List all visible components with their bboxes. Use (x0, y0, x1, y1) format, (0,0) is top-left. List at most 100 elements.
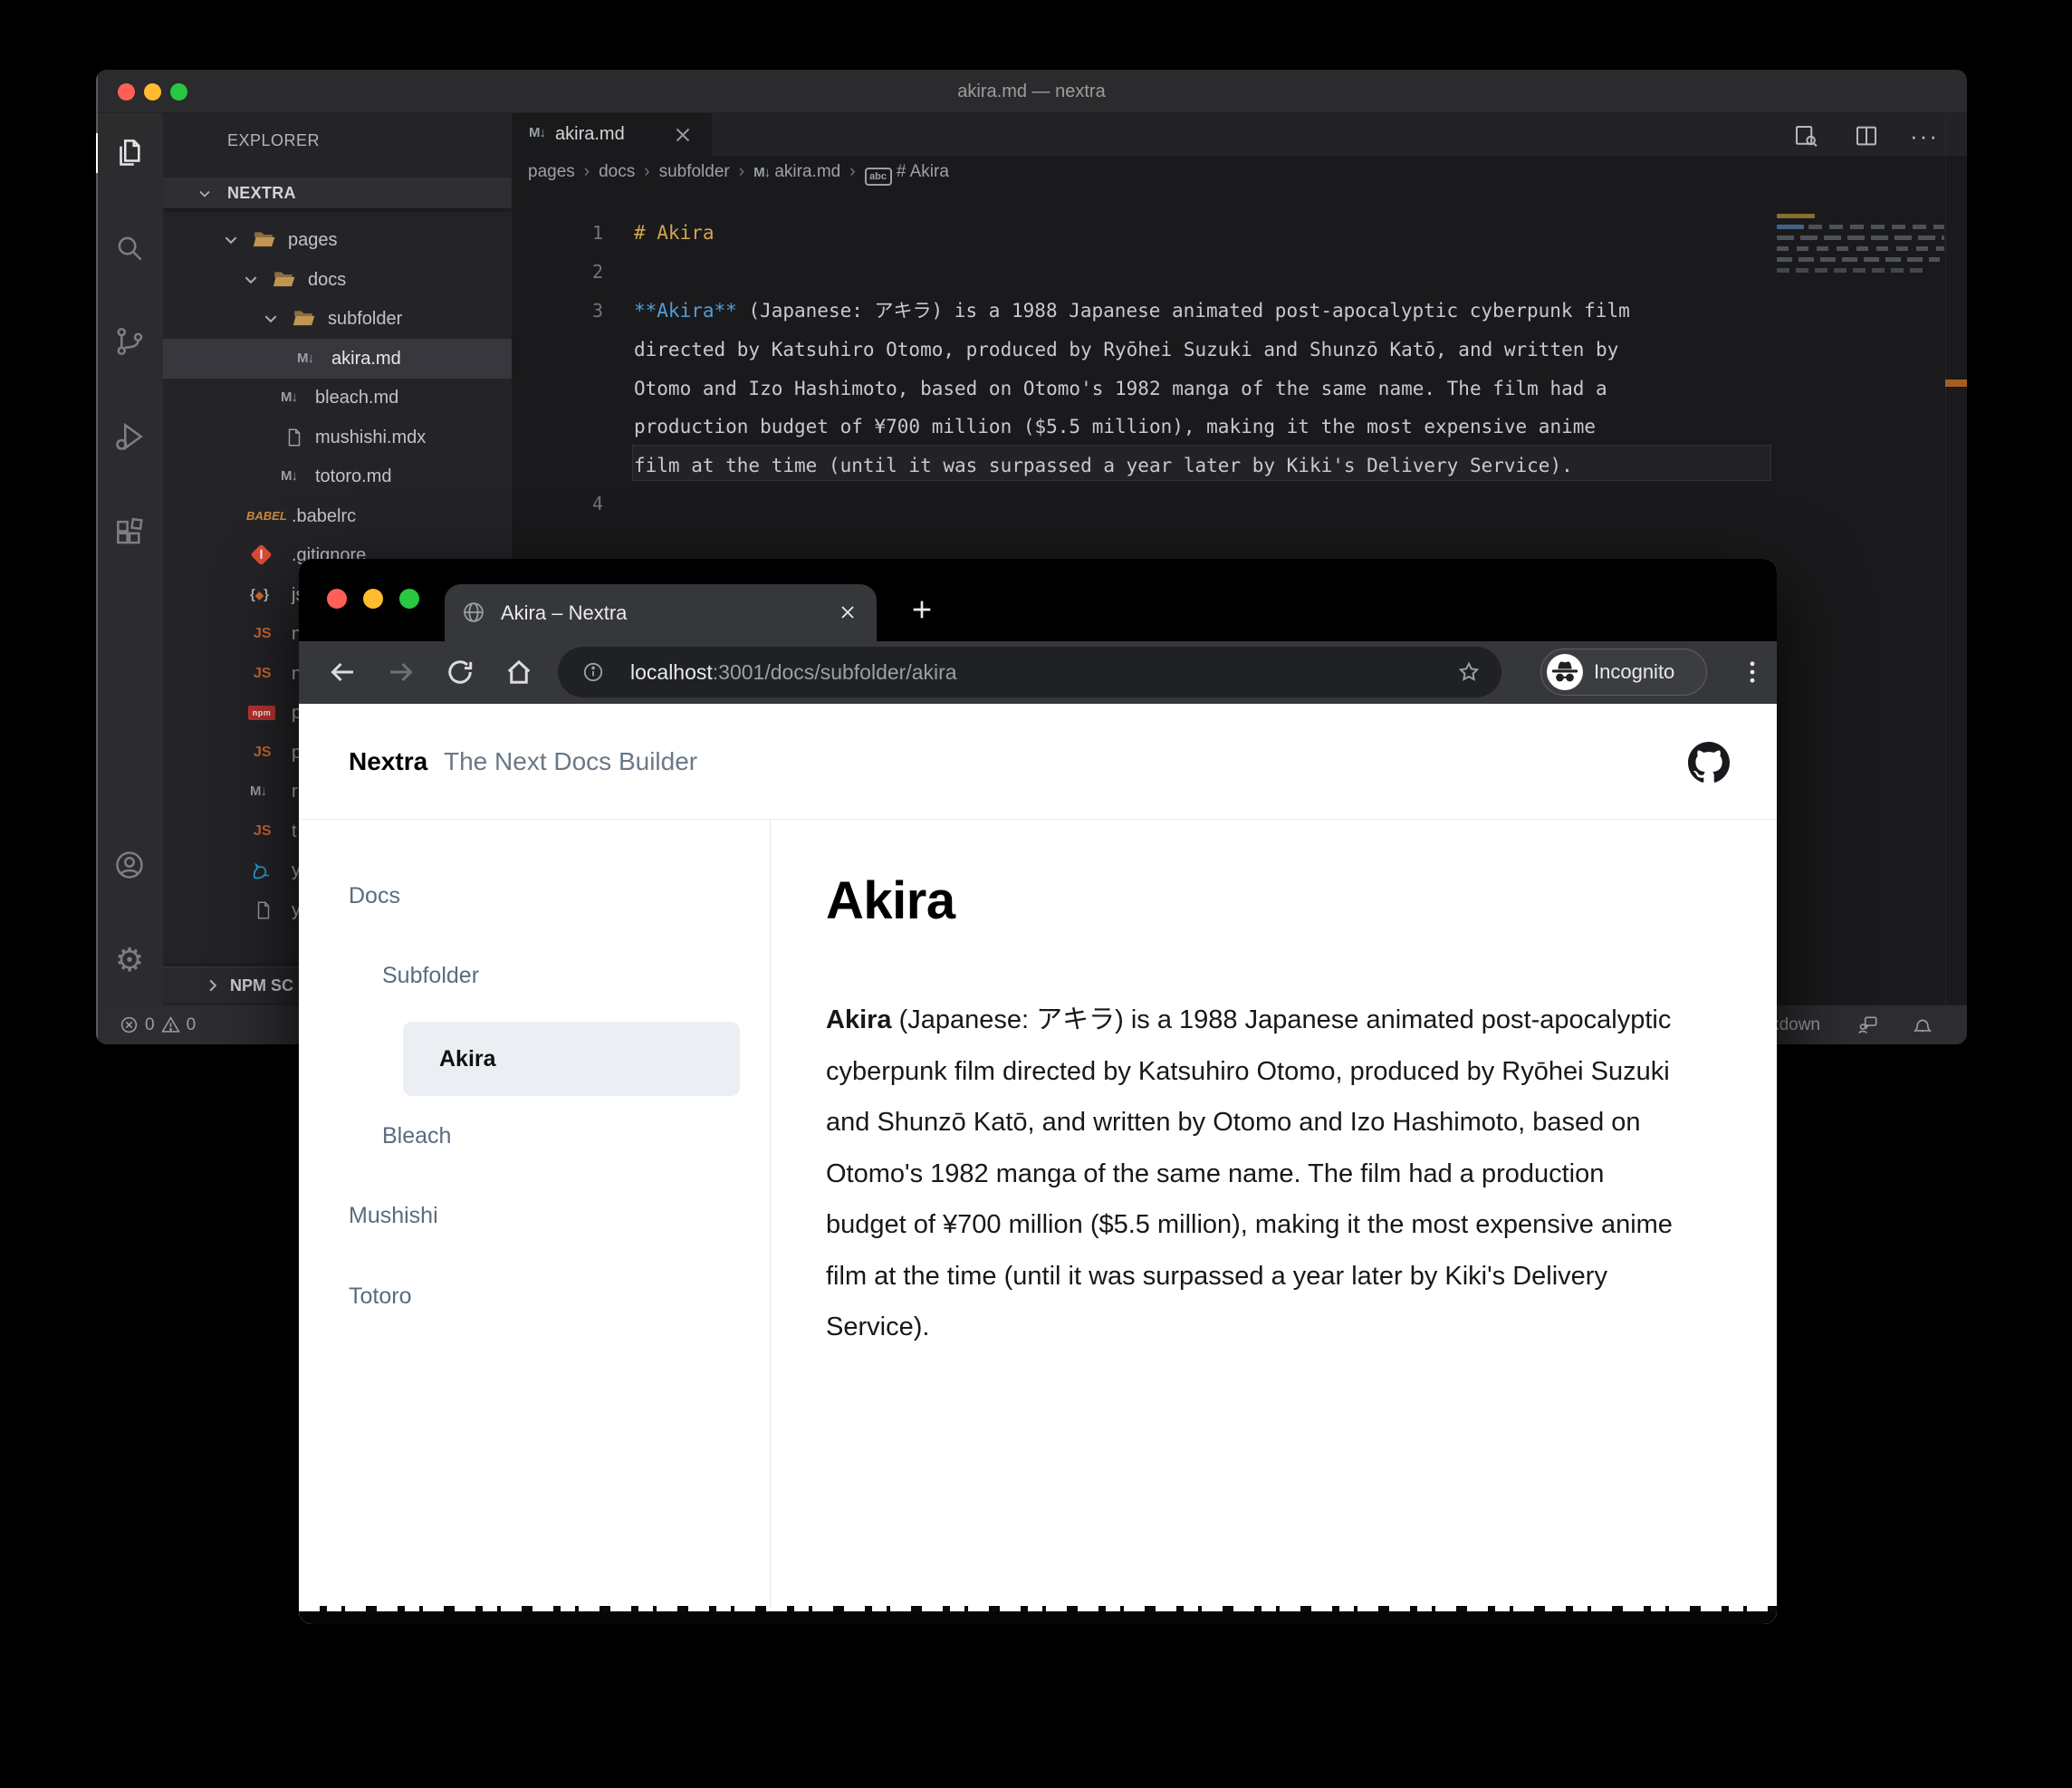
incognito-icon (1547, 654, 1583, 690)
tree-row-subfolder[interactable]: subfolder (163, 299, 512, 339)
editor-tab-bar: M↓ akira.md ··· (512, 113, 1967, 156)
yarn-icon (253, 862, 270, 880)
split-editor-icon[interactable] (1853, 122, 1880, 148)
forward-icon[interactable] (385, 656, 417, 688)
account-icon[interactable] (112, 848, 147, 882)
editor-scrollbar[interactable] (1945, 113, 1967, 1005)
markdown-icon: M↓ (529, 125, 546, 140)
source-control-icon[interactable] (112, 324, 147, 359)
breadcrumb-akira[interactable]: akira.md (774, 162, 840, 181)
tree-row-bleach[interactable]: M↓ bleach.md (163, 378, 512, 418)
incognito-badge: Incognito (1540, 649, 1707, 696)
tree-row-totoro[interactable]: M↓ totoro.md (163, 457, 512, 496)
json-icon: {◆} (250, 587, 269, 602)
run-debug-icon[interactable] (112, 419, 147, 454)
workspace-section-header[interactable]: NEXTRA (163, 178, 512, 208)
code-line[interactable]: Otomo and Izo Hashimoto, based on Otomo'… (634, 370, 1607, 409)
folder-open-icon (253, 232, 275, 247)
site-brand[interactable]: Nextra (349, 704, 427, 820)
breadcrumb[interactable]: pages › docs › subfolder › M↓ akira.md › abc # A… (528, 156, 949, 188)
site-tagline: The Next Docs Builder (444, 747, 698, 775)
code-line[interactable]: directed by Katsuhiro Otomo, produced by… (634, 331, 1618, 370)
error-icon (120, 1016, 138, 1033)
sidebar-item-bleach[interactable]: Bleach (382, 1123, 451, 1149)
chevron-down-icon (264, 315, 277, 323)
line-number: 4 (591, 493, 603, 514)
explorer-icon[interactable] (112, 135, 147, 169)
tree-row-akira-selected[interactable]: M↓ akira.md (163, 339, 512, 379)
js-icon: JS (254, 745, 272, 760)
new-tab-icon[interactable] (907, 595, 936, 624)
page-title: Akira (826, 871, 955, 930)
code-line[interactable]: **Akira** (Japanese: アキラ) is a 1988 Japa… (634, 292, 1630, 331)
line-number: 1 (591, 222, 603, 244)
github-icon[interactable] (1688, 742, 1730, 783)
back-icon[interactable] (326, 656, 359, 688)
markdown-icon: M↓ (250, 783, 267, 799)
tree-row-docs[interactable]: docs (163, 260, 512, 300)
more-actions-icon[interactable]: ··· (1910, 122, 1939, 149)
sidebar-item-totoro[interactable]: Totoro (349, 1283, 411, 1310)
line-number: 3 (591, 300, 603, 322)
markdown-icon: M↓ (297, 351, 314, 366)
code-line[interactable]: # Akira (634, 214, 715, 253)
explorer-panel-title: EXPLORER (227, 131, 321, 149)
url-bar[interactable]: localhost:3001/docs/subfolder/akira (558, 647, 1501, 697)
reload-icon[interactable] (444, 656, 476, 688)
close-window-button[interactable] (327, 589, 347, 609)
browser-menu-icon[interactable] (1737, 657, 1768, 687)
language-mode-status[interactable]: kdown (1770, 1005, 1820, 1044)
site-info-icon[interactable] (581, 660, 605, 684)
sidebar-item-subfolder[interactable]: Subfolder (382, 963, 479, 989)
site-header: Nextra The Next Docs Builder (299, 704, 1777, 820)
bookmark-star-icon[interactable] (1456, 659, 1482, 685)
chevron-down-icon (225, 236, 237, 245)
breadcrumb-pages[interactable]: pages (528, 162, 575, 181)
breadcrumb-subfolder[interactable]: subfolder (659, 162, 730, 181)
problems-status[interactable]: 0 0 (120, 1005, 196, 1044)
open-preview-icon[interactable] (1792, 122, 1819, 148)
notifications-bell-icon[interactable] (1911, 1005, 1934, 1044)
browser-tab[interactable]: Akira – Nextra (445, 584, 877, 641)
code-line[interactable]: production budget of ¥700 million ($5.5 … (634, 408, 1596, 447)
git-icon (250, 543, 273, 566)
search-icon[interactable] (112, 231, 147, 265)
sidebar-divider (770, 820, 771, 1608)
home-icon[interactable] (503, 656, 535, 688)
breadcrumb-docs[interactable]: docs (599, 162, 635, 181)
sidebar-item-docs[interactable]: Docs (349, 883, 400, 909)
breadcrumb-heading-symbol[interactable]: # Akira (897, 162, 949, 181)
markdown-icon: M↓ (281, 389, 298, 405)
js-icon: JS (254, 823, 272, 839)
tree-row-babelrc[interactable]: BABEL .babelrc (163, 496, 512, 536)
sidebar-item-mushishi[interactable]: Mushishi (349, 1203, 438, 1229)
activity-bar: ⚙ (96, 113, 163, 1005)
tab-akira-md[interactable]: M↓ akira.md (512, 113, 712, 156)
symbol-text-icon: abc (864, 168, 892, 186)
sidebar-item-akira-active[interactable]: Akira (403, 1022, 740, 1096)
tree-row-mushishi[interactable]: mushishi.mdx (163, 418, 512, 457)
markdown-icon: M↓ (281, 468, 298, 484)
markdown-icon: M↓ (753, 165, 771, 180)
settings-gear-icon[interactable]: ⚙ (112, 944, 147, 978)
js-icon: JS (254, 666, 272, 681)
code-line[interactable]: film at the time (until it was surpassed… (634, 447, 1573, 485)
close-tab-icon[interactable] (671, 123, 695, 147)
tab-title: Akira – Nextra (501, 601, 628, 624)
chevron-down-icon (245, 276, 257, 284)
folder-open-icon (273, 272, 295, 287)
feedback-icon[interactable] (1856, 1005, 1880, 1044)
workspace-name: NEXTRA (227, 184, 296, 202)
zoom-window-button[interactable] (399, 589, 419, 609)
js-icon: JS (254, 626, 272, 641)
page-paragraph: Akira (Japanese: アキラ) is a 1988 Japanese… (826, 1005, 1673, 1341)
minimize-window-button[interactable] (363, 589, 383, 609)
close-tab-icon[interactable] (837, 601, 859, 623)
url-text[interactable]: localhost:3001/docs/subfolder/akira (630, 647, 957, 697)
extensions-icon[interactable] (112, 515, 147, 550)
vscode-titlebar[interactable]: akira.md — nextra (96, 70, 1967, 113)
clipped-text-artifact (299, 1606, 1777, 1624)
file-icon (288, 428, 301, 447)
tree-row-pages[interactable]: pages (163, 220, 512, 260)
npm-icon: npm (248, 706, 275, 720)
